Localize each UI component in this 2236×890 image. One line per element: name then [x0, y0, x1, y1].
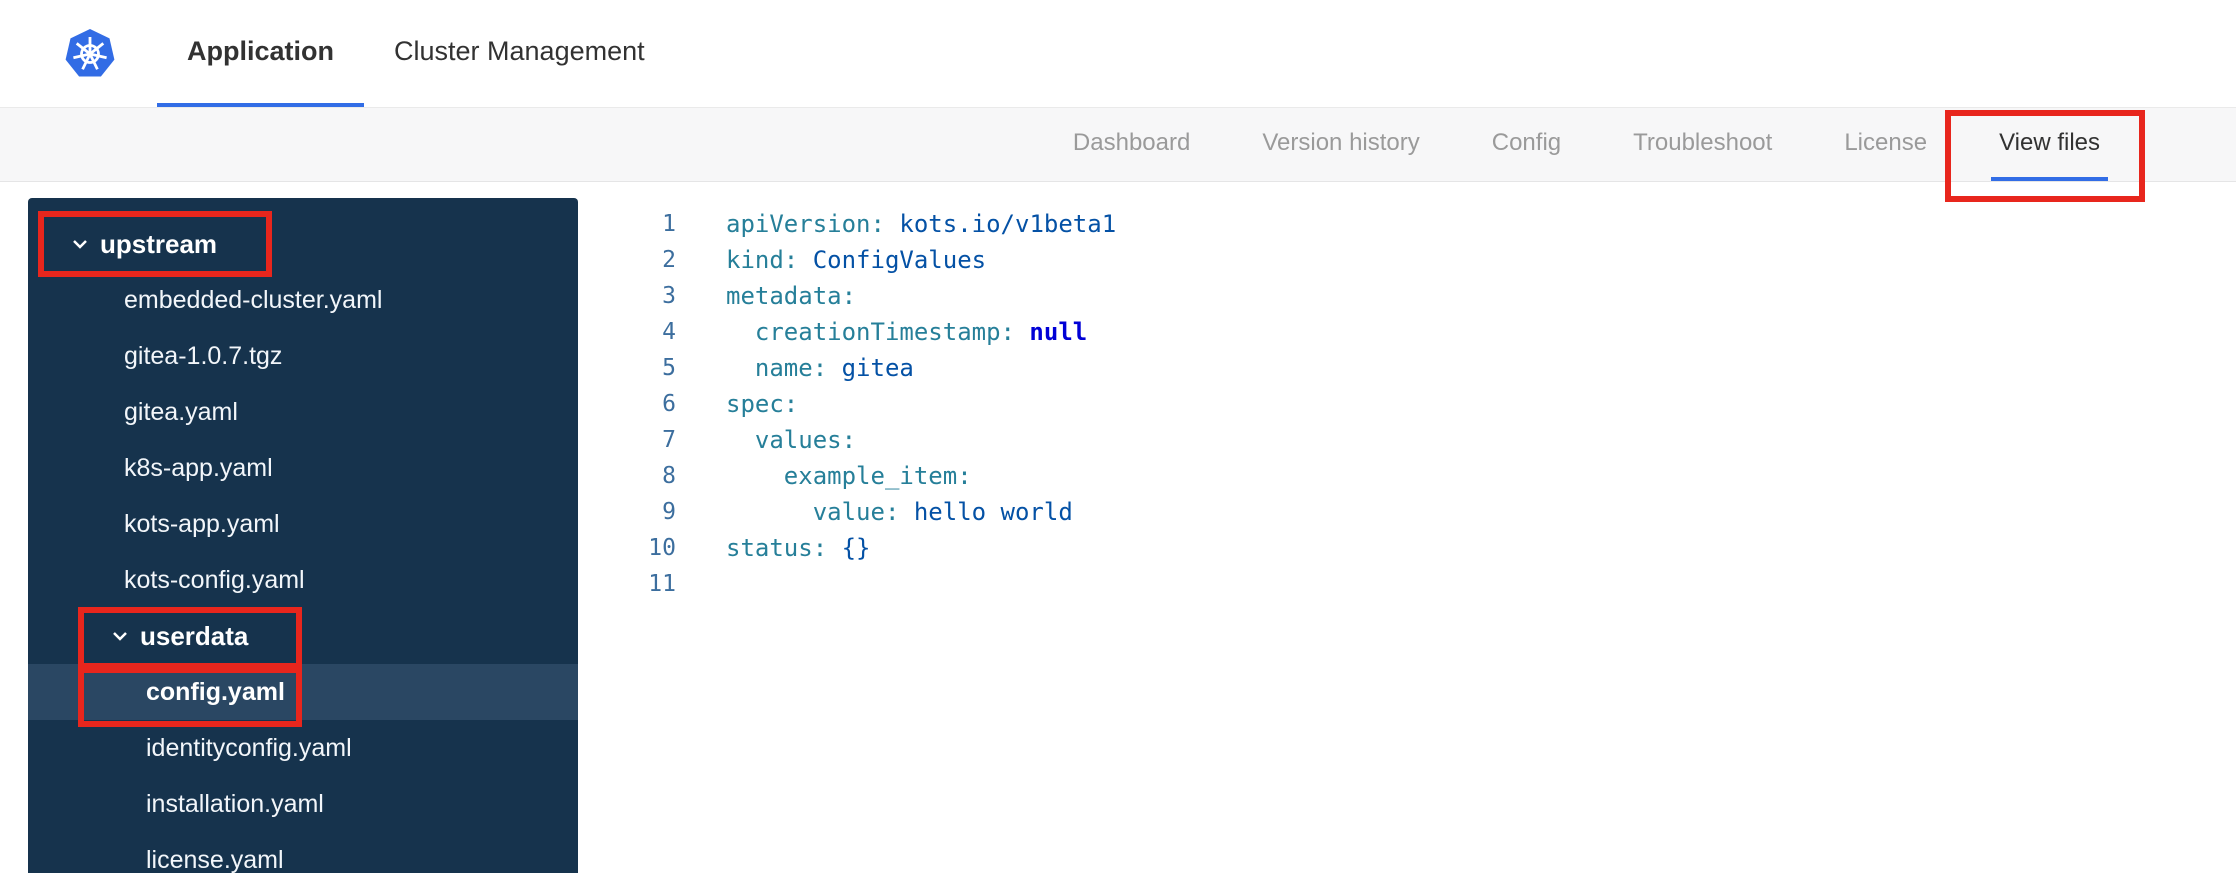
- line-number: 3: [662, 283, 676, 309]
- code-line: 8 example_item:: [578, 458, 2236, 494]
- tree-file-label: license.yaml: [146, 845, 284, 874]
- code-line: 9 value: hello world: [578, 494, 2236, 530]
- tree-file-label: gitea-1.0.7.tgz: [124, 341, 283, 370]
- file-tree-sidebar[interactable]: upstream embedded-cluster.yaml gitea-1.0…: [28, 198, 578, 873]
- tab-config[interactable]: Config: [1484, 108, 1569, 181]
- tree-file-installation-yaml[interactable]: installation.yaml: [28, 776, 578, 832]
- tab-troubleshoot-label: Troubleshoot: [1633, 128, 1773, 156]
- code-line: 11: [578, 566, 2236, 602]
- kubernetes-logo[interactable]: [64, 0, 116, 107]
- app-subnav: Dashboard Version history Config Trouble…: [0, 108, 2236, 182]
- tab-application-label: Application: [187, 36, 334, 66]
- view-files-page: upstream embedded-cluster.yaml gitea-1.0…: [0, 182, 2236, 873]
- code-line: 10 status: {}: [578, 530, 2236, 566]
- line-number: 4: [662, 319, 676, 345]
- tab-config-label: Config: [1491, 128, 1562, 156]
- line-number: 8: [662, 463, 676, 489]
- line-number: 10: [648, 535, 676, 561]
- tab-view-files-label: View files: [1999, 128, 2100, 156]
- tree-group-upstream[interactable]: upstream: [28, 216, 578, 272]
- tree-file-identityconfig-yaml[interactable]: identityconfig.yaml: [28, 720, 578, 776]
- chevron-down-icon: [73, 240, 87, 249]
- tree-file-label: gitea.yaml: [124, 397, 238, 426]
- code-line: 3 metadata:: [578, 278, 2236, 314]
- tree-file-label: kots-app.yaml: [124, 509, 280, 538]
- code-line: 1 apiVersion: kots.io/v1beta1: [578, 206, 2236, 242]
- code-line: 5 name: gitea: [578, 350, 2236, 386]
- tab-cluster-management-label: Cluster Management: [394, 36, 645, 66]
- code-line: 6 spec:: [578, 386, 2236, 422]
- tree-file-label: installation.yaml: [146, 789, 324, 818]
- line-number: 9: [662, 499, 676, 525]
- tree-file-gitea-yaml[interactable]: gitea.yaml: [28, 384, 578, 440]
- tab-dashboard-label: Dashboard: [1072, 128, 1191, 156]
- line-number: 1: [662, 211, 676, 237]
- line-number: 5: [662, 355, 676, 381]
- line-number: 11: [648, 571, 676, 597]
- tree-file-license-yaml[interactable]: license.yaml: [28, 832, 578, 874]
- tree-file-kots-config-yaml[interactable]: kots-config.yaml: [28, 552, 578, 608]
- tree-file-label: embedded-cluster.yaml: [124, 285, 383, 314]
- tree-file-label: config.yaml: [146, 677, 285, 706]
- top-header: Application Cluster Management: [0, 0, 2236, 108]
- tree-file-gitea-tgz[interactable]: gitea-1.0.7.tgz: [28, 328, 578, 384]
- tab-license[interactable]: License: [1836, 108, 1935, 181]
- kubernetes-wheel-icon: [65, 28, 115, 76]
- line-number: 6: [662, 391, 676, 417]
- tree-file-label: identityconfig.yaml: [146, 733, 352, 762]
- tab-version-history-label: Version history: [1262, 128, 1420, 156]
- tree-file-label: kots-config.yaml: [124, 565, 305, 594]
- code-line: 4 creationTimestamp: null: [578, 314, 2236, 350]
- line-number: 7: [662, 427, 676, 453]
- tree-file-label: k8s-app.yaml: [124, 453, 273, 482]
- tree-file-k8s-app-yaml[interactable]: k8s-app.yaml: [28, 440, 578, 496]
- tab-dashboard[interactable]: Dashboard: [1065, 108, 1198, 181]
- chevron-down-icon: [113, 632, 127, 641]
- tree-file-kots-app-yaml[interactable]: kots-app.yaml: [28, 496, 578, 552]
- tab-view-files[interactable]: View files: [1991, 108, 2108, 181]
- tree-file-embedded-cluster-yaml[interactable]: embedded-cluster.yaml: [28, 272, 578, 328]
- top-tab-bar: Application Cluster Management: [157, 0, 675, 107]
- yaml-file-viewer[interactable]: 1 apiVersion: kots.io/v1beta1 2 kind: Co…: [578, 198, 2236, 873]
- tree-group-userdata[interactable]: userdata: [28, 608, 578, 664]
- tab-application[interactable]: Application: [157, 0, 364, 107]
- line-number: 2: [662, 247, 676, 273]
- code-line: 7 values:: [578, 422, 2236, 458]
- tab-version-history[interactable]: Version history: [1254, 108, 1427, 181]
- tree-group-label: userdata: [140, 620, 249, 651]
- tab-license-label: License: [1844, 128, 1928, 156]
- tree-file-config-yaml[interactable]: config.yaml: [28, 664, 578, 720]
- tab-troubleshoot[interactable]: Troubleshoot: [1625, 108, 1780, 181]
- tree-group-label: upstream: [100, 228, 218, 259]
- tab-cluster-management[interactable]: Cluster Management: [364, 0, 675, 107]
- code-line: 2 kind: ConfigValues: [578, 242, 2236, 278]
